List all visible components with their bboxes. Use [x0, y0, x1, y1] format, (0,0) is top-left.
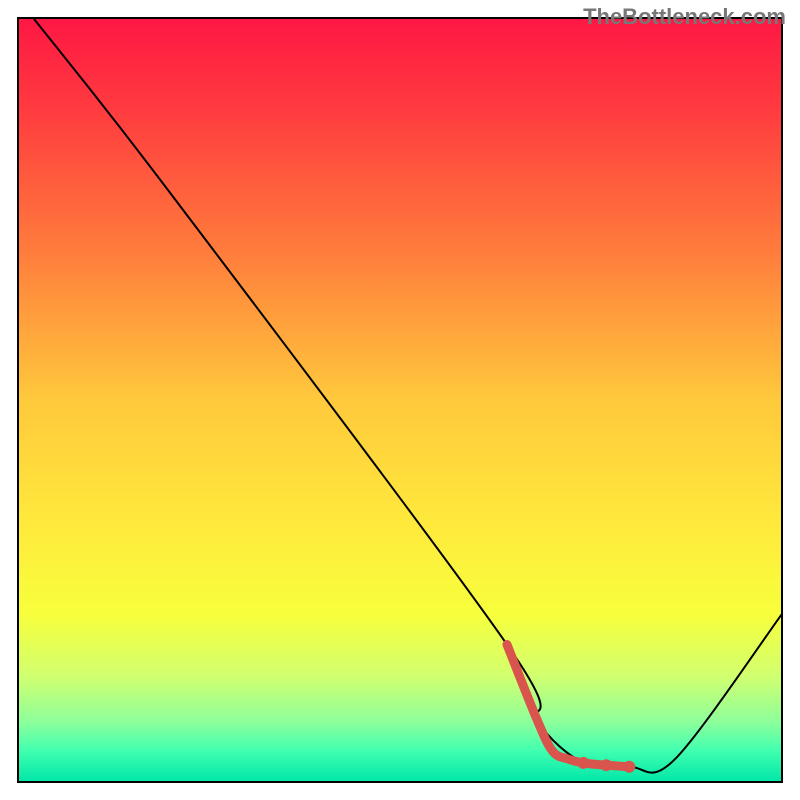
highlight-dot — [577, 757, 589, 769]
bottleneck-chart — [0, 0, 800, 800]
highlight-dot — [600, 759, 612, 771]
chart-container: TheBottleneck.com — [0, 0, 800, 800]
plot-background — [18, 18, 782, 782]
highlight-dot — [623, 761, 635, 773]
watermark-text: TheBottleneck.com — [583, 4, 786, 30]
